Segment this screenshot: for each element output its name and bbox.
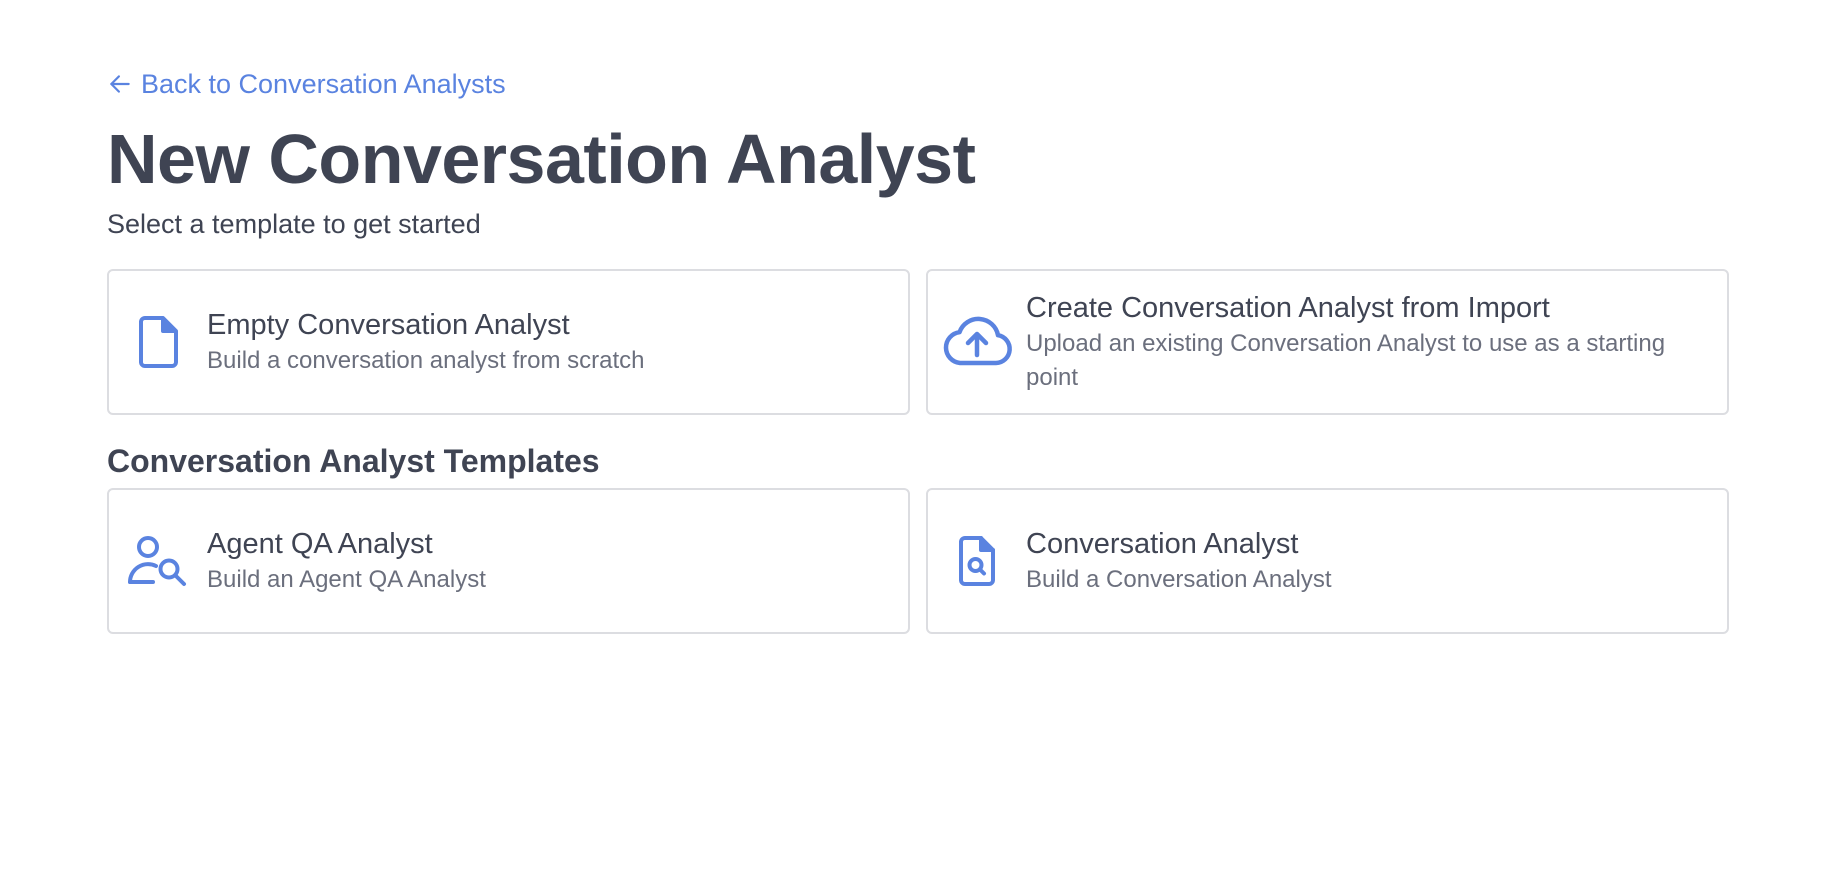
page: Back to Conversation Analysts New Conver… <box>0 0 1729 634</box>
create-from-import-card[interactable]: Create Conversation Analyst from Import … <box>926 269 1729 415</box>
card-title: Conversation Analyst <box>1026 527 1299 560</box>
start-options: Empty Conversation Analyst Build a conve… <box>107 269 1729 415</box>
back-to-conversation-analysts-link[interactable]: Back to Conversation Analysts <box>107 64 506 104</box>
card-description: Build an Agent QA Analyst <box>207 565 486 593</box>
card-description: Build a conversation analyst from scratc… <box>207 346 645 374</box>
user-search-icon <box>109 490 207 632</box>
card-title: Create Conversation Analyst from Import <box>1026 291 1550 324</box>
card-description: Upload an existing Conversation Analyst … <box>1026 329 1666 391</box>
card-description: Build a Conversation Analyst <box>1026 565 1332 593</box>
conversation-analyst-template-card[interactable]: Conversation Analyst Build a Conversatio… <box>926 488 1729 634</box>
page-subtitle: Select a template to get started <box>107 209 481 239</box>
card-title: Agent QA Analyst <box>207 527 433 560</box>
cloud-upload-icon <box>928 271 1026 413</box>
templates-section-title: Conversation Analyst Templates <box>107 443 600 479</box>
page-title: New Conversation Analyst <box>107 120 976 198</box>
arrow-left-icon <box>107 71 133 97</box>
card-title: Empty Conversation Analyst <box>207 308 570 341</box>
back-link-label: Back to Conversation Analysts <box>141 69 506 99</box>
document-icon <box>109 271 207 413</box>
agent-qa-analyst-card[interactable]: Agent QA Analyst Build an Agent QA Analy… <box>107 488 910 634</box>
document-search-icon <box>928 490 1026 632</box>
template-list: Agent QA Analyst Build an Agent QA Analy… <box>107 488 1729 634</box>
empty-conversation-analyst-card[interactable]: Empty Conversation Analyst Build a conve… <box>107 269 910 415</box>
